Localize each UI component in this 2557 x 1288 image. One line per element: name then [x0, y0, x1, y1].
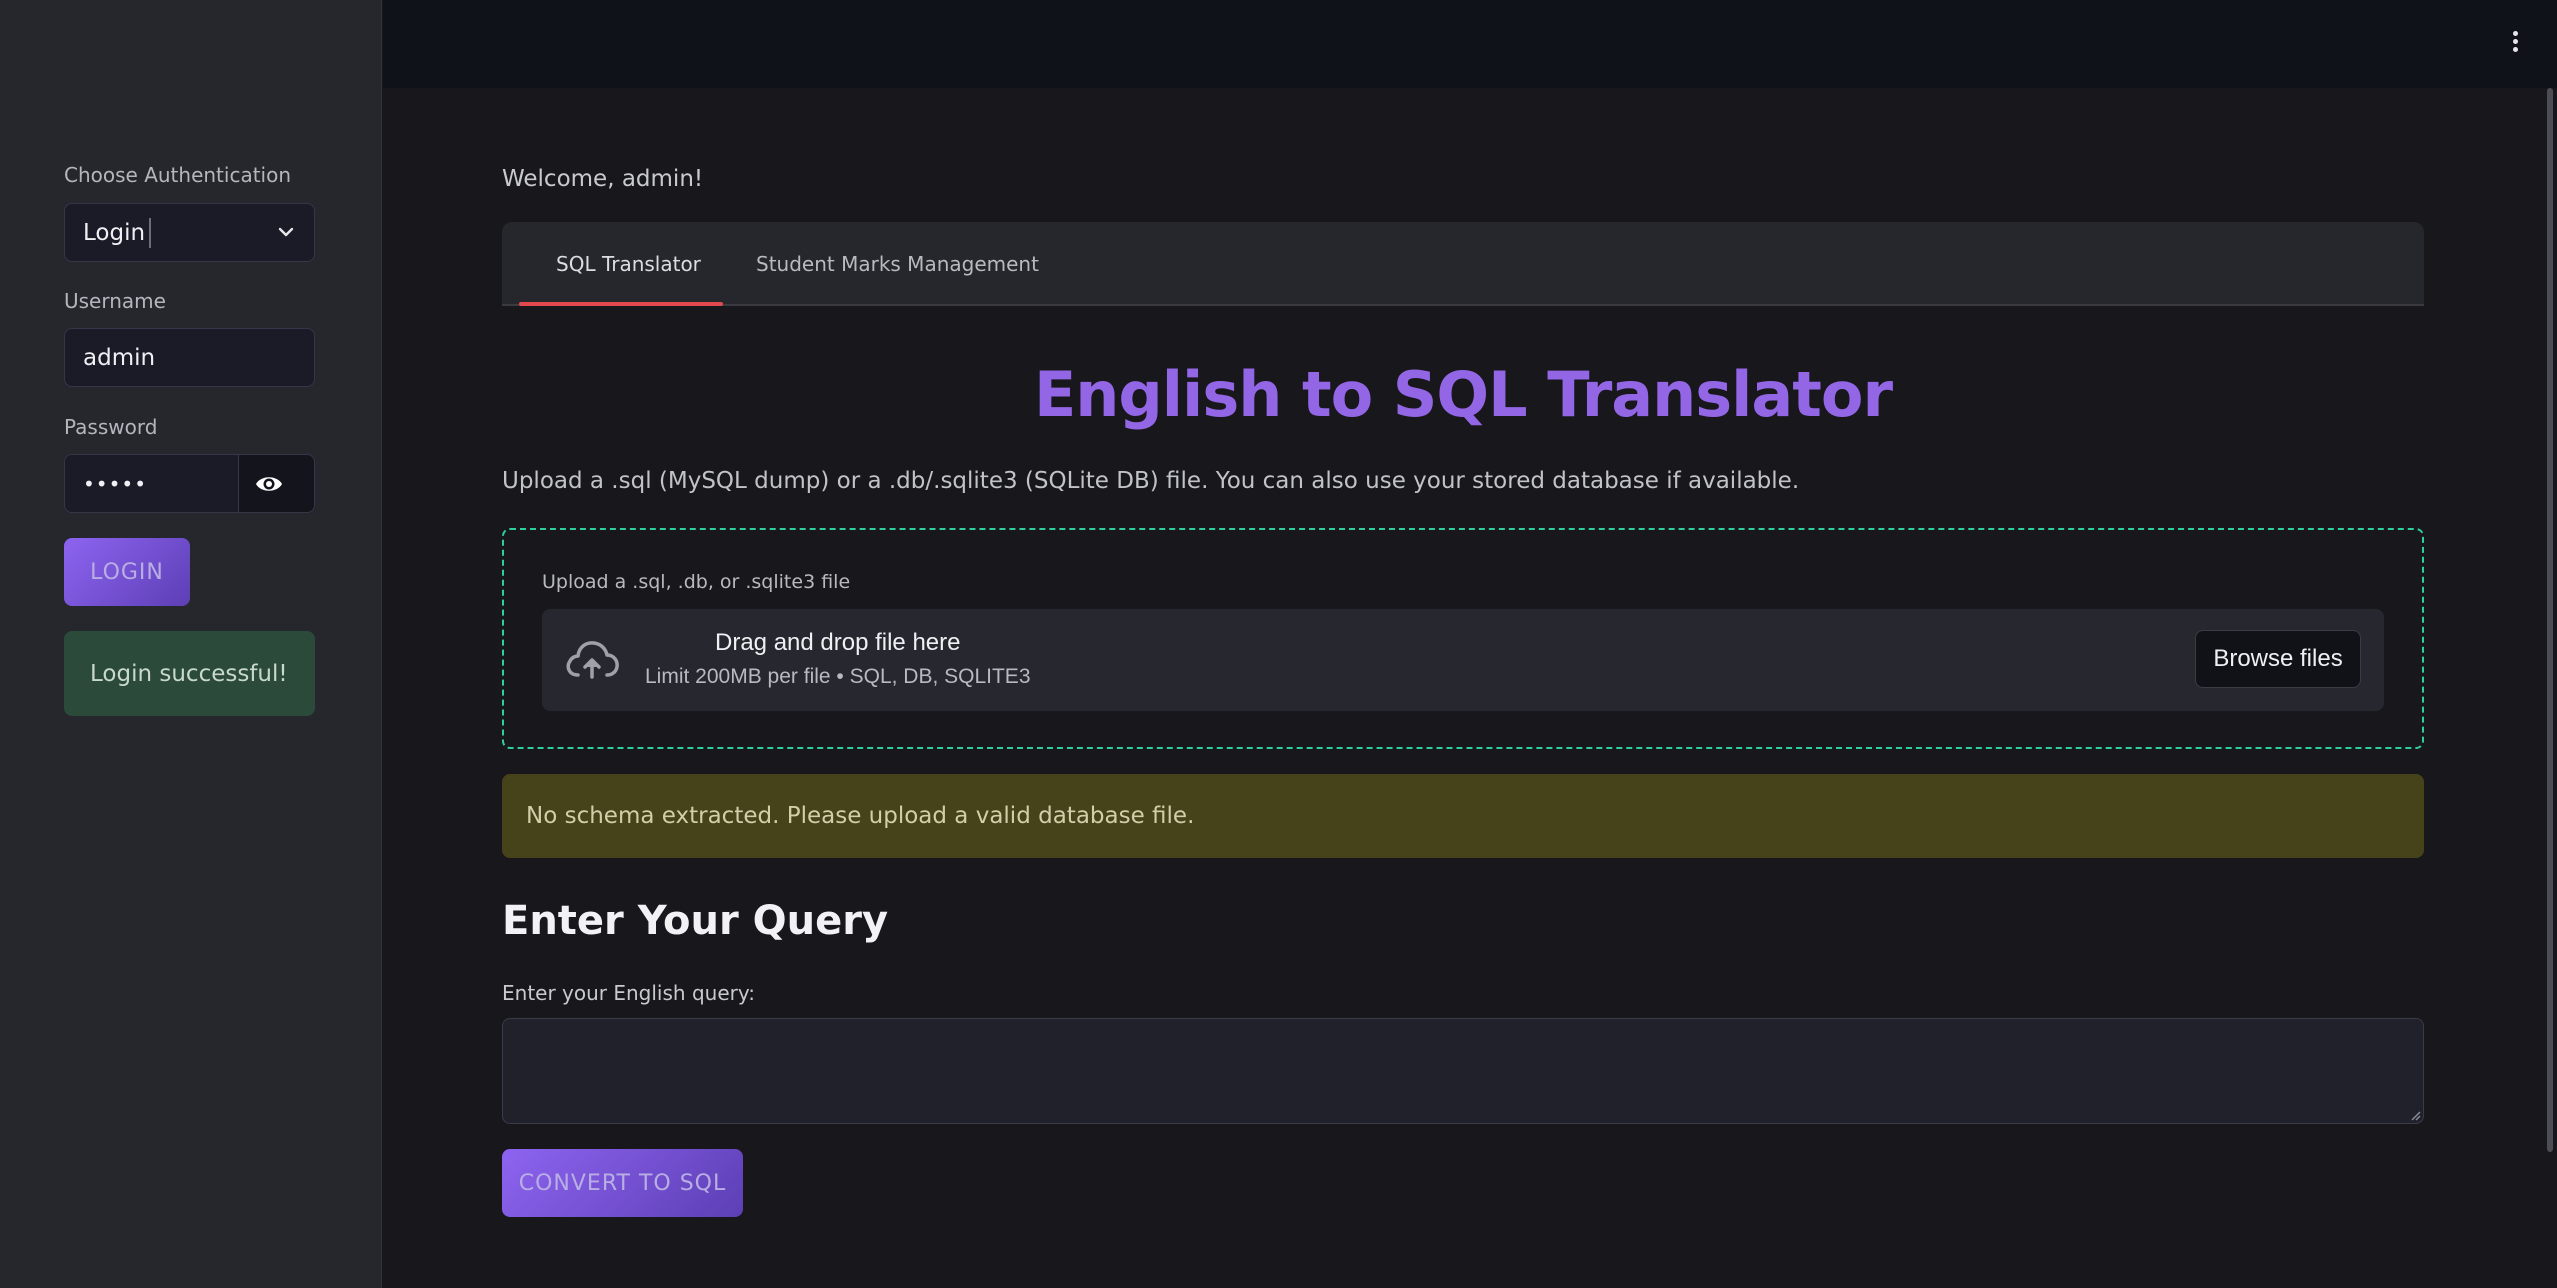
browse-files-button[interactable]: Browse files	[2195, 630, 2361, 688]
dropzone-limit: Limit 200MB per file • SQL, DB, SQLITE3	[645, 665, 1031, 688]
schema-warning-alert: No schema extracted. Please upload a val…	[502, 774, 2424, 858]
schema-warning-text: No schema extracted. Please upload a val…	[526, 803, 1195, 829]
tab-sql-translator[interactable]: SQL Translator	[556, 252, 701, 276]
text-caret	[149, 217, 152, 248]
query-label: Enter your English query:	[502, 981, 755, 1005]
upload-description: Upload a .sql (MySQL dump) or a .db/.sql…	[502, 468, 1800, 494]
uploader-label: Upload a .sql, .db, or .sqlite3 file	[542, 571, 851, 593]
auth-label: Choose Authentication	[64, 163, 292, 187]
app-root: Choose Authentication Login Username adm…	[0, 0, 2557, 1288]
username-label: Username	[64, 289, 166, 313]
query-heading: Enter Your Query	[502, 898, 889, 944]
dropzone-title: Drag and drop file here	[715, 629, 961, 656]
welcome-text: Welcome, admin!	[502, 166, 704, 192]
file-uploader: Upload a .sql, .db, or .sqlite3 file Dra…	[502, 528, 2424, 749]
query-textarea[interactable]	[502, 1018, 2424, 1124]
auth-select-value: Login	[83, 219, 146, 246]
main-scrollbar[interactable]	[2547, 88, 2553, 1152]
sidebar: Choose Authentication Login Username adm…	[0, 0, 382, 1288]
dropzone[interactable]: Drag and drop file here Limit 200MB per …	[542, 609, 2384, 711]
password-value[interactable]: •••••	[65, 455, 239, 512]
active-tab-indicator	[519, 302, 723, 306]
username-field[interactable]: admin	[64, 328, 315, 387]
username-value: admin	[83, 344, 156, 371]
login-button[interactable]: LOGIN	[64, 538, 190, 606]
chevron-down-icon	[278, 227, 294, 237]
cloud-upload-icon	[566, 641, 619, 679]
kebab-menu-icon[interactable]	[2511, 31, 2519, 55]
eye-icon[interactable]	[254, 471, 284, 497]
tab-bar: SQL Translator Student Marks Management	[502, 222, 2424, 306]
page-title: English to SQL Translator	[1033, 358, 1893, 431]
tab-student-marks[interactable]: Student Marks Management	[756, 252, 1039, 276]
convert-to-sql-button[interactable]: CONVERT TO SQL	[502, 1149, 743, 1217]
login-success-text: Login successful!	[90, 660, 288, 687]
resize-grip-icon[interactable]	[2409, 1109, 2421, 1121]
auth-select[interactable]: Login	[64, 203, 315, 262]
top-header	[383, 0, 2557, 88]
password-field[interactable]: •••••	[64, 454, 315, 513]
login-success-alert: Login successful!	[64, 631, 315, 716]
password-label: Password	[64, 415, 158, 439]
